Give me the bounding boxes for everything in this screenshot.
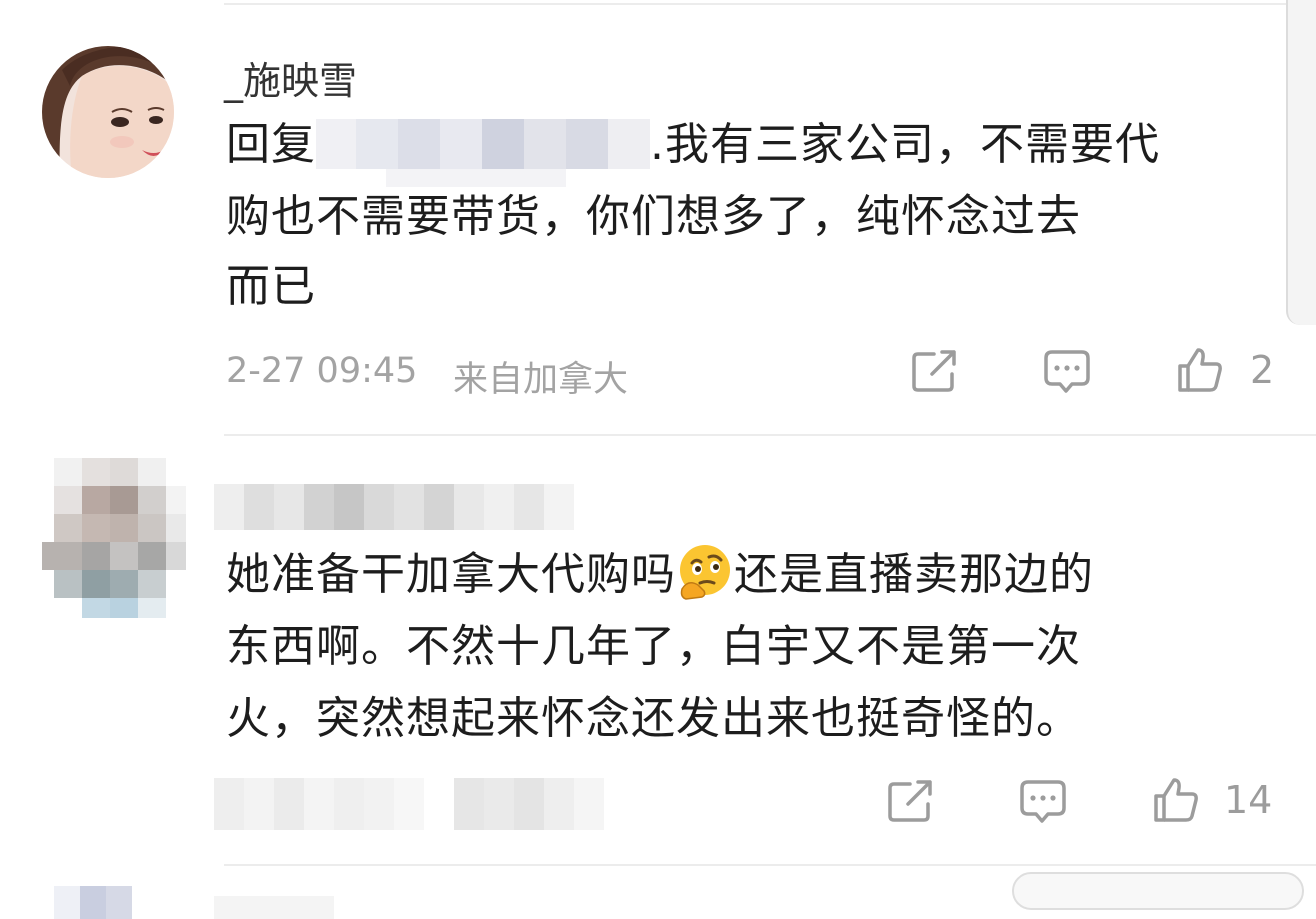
- comment-text-line: 而已: [226, 261, 316, 312]
- blurred-comment-meta: [214, 778, 604, 830]
- like-count: 2: [1250, 348, 1275, 392]
- comment-text: .我有三家公司，不需要代: [650, 119, 1160, 170]
- reply-prefix: 回复: [226, 119, 316, 170]
- blurred-username[interactable]: [214, 484, 574, 530]
- comment-text-line: 购也不需要带货，你们想多了，纯怀念过去: [226, 191, 1081, 242]
- comment-button[interactable]: [1018, 778, 1068, 826]
- avatar[interactable]: [42, 46, 174, 178]
- comment-text: 她准备干加拿大代购吗: [226, 549, 676, 600]
- thumbs-up-icon: [1178, 348, 1222, 392]
- avatar[interactable]: [42, 458, 192, 618]
- like-button[interactable]: 14: [1152, 776, 1272, 824]
- blurred-avatar-mosaic: [42, 458, 186, 618]
- comment-timestamp: 2-27 09:45: [226, 351, 418, 391]
- comment-text-line: 回复 .我有三家公司，不需要代: [226, 109, 1286, 187]
- scrollbar[interactable]: [1286, 0, 1316, 325]
- comment-text: 还是直播卖那边的: [734, 549, 1094, 600]
- blurred-next-avatar: [54, 886, 132, 919]
- blurred-mention[interactable]: [316, 119, 650, 187]
- comment-text-line: 东西啊。不然十几年了，白宇又不是第一次: [226, 621, 1081, 672]
- share-icon: [888, 780, 932, 822]
- comment-text-line: 火，突然想起来怀念还发出来也挺奇怪的。: [226, 693, 1081, 744]
- like-count: 14: [1224, 778, 1273, 822]
- comment-divider: [224, 864, 1316, 866]
- share-button[interactable]: [886, 778, 936, 824]
- share-icon: [912, 350, 956, 392]
- comment-icon: [1020, 780, 1066, 823]
- comment-button[interactable]: [1042, 348, 1092, 396]
- comment-icon: [1044, 350, 1090, 393]
- comment-divider: [224, 434, 1316, 436]
- blurred-next-username: [214, 896, 334, 919]
- blur-mosaic: [316, 119, 650, 169]
- comment-text-line: 她准备干加拿大代购吗 还是直播卖那边的: [226, 539, 1094, 611]
- input-pill[interactable]: [1012, 872, 1304, 910]
- thumbs-up-icon: [1154, 778, 1198, 822]
- like-button[interactable]: 2: [1176, 346, 1274, 394]
- top-divider: [224, 3, 1316, 5]
- avatar-portrait: [42, 46, 174, 178]
- username[interactable]: _施映雪: [224, 50, 357, 105]
- thinking-emoji-icon: [676, 543, 734, 601]
- comment-location: 来自加拿大: [453, 360, 629, 400]
- share-button[interactable]: [910, 348, 960, 394]
